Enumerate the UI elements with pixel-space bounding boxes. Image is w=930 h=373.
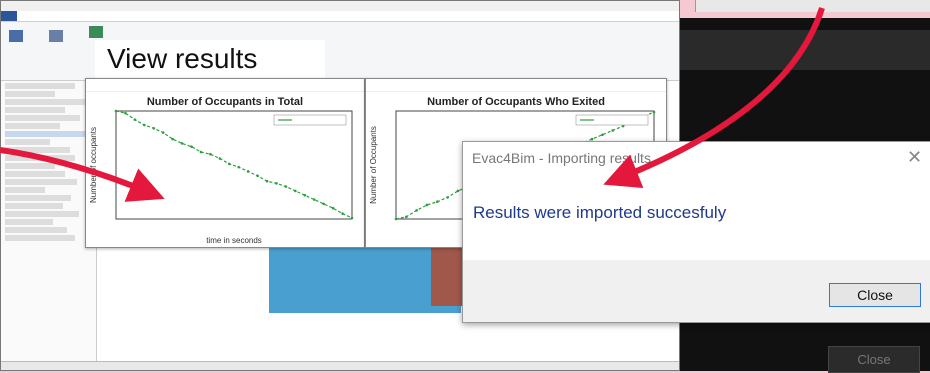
- annotation-arrows: [0, 7, 825, 202]
- arrow-to-dialog: [603, 7, 825, 189]
- arrow-to-chart: [0, 147, 165, 202]
